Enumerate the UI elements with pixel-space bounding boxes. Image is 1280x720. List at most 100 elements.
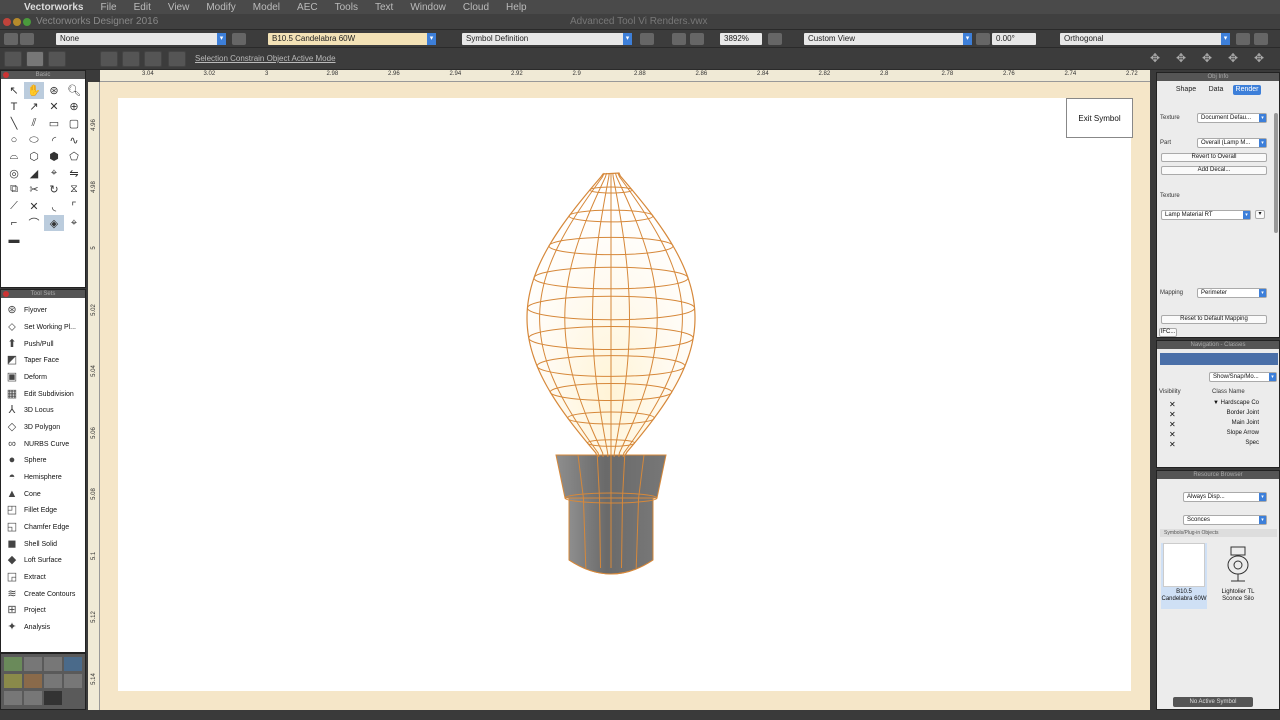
menu-aec[interactable]: AEC [297, 2, 318, 13]
menu-text[interactable]: Text [375, 2, 393, 13]
class-row[interactable]: ✕ Slope Arrow [1157, 429, 1267, 439]
tool-cone[interactable]: ▲ Cone [5, 486, 83, 502]
layers-icon[interactable] [4, 33, 18, 45]
eyedropper-tool-icon[interactable]: ⊕ [64, 99, 84, 116]
snap-edge-icon[interactable]: ✥ [1254, 51, 1272, 67]
snap-angle-icon[interactable]: ✥ [1176, 51, 1194, 67]
menu-tools[interactable]: Tools [335, 2, 358, 13]
toolset-landmark-icon[interactable] [4, 657, 22, 671]
visibility-x-icon[interactable]: ✕ [1169, 440, 1176, 449]
regular-polygon-tool-icon[interactable]: ⬠ [64, 148, 84, 165]
tool-analysis[interactable]: ✦ Analysis [5, 619, 83, 635]
show-snap-modify-select[interactable]: Show/Snap/Mo... ▾ [1209, 372, 1277, 382]
tool-taper-face[interactable]: ◩ Taper Face [5, 352, 83, 368]
callout-tool-icon[interactable]: ↗ [24, 99, 44, 116]
pan-tool-icon[interactable]: ✋ [24, 82, 44, 99]
resource-folder-select[interactable]: Sconces ▾ [1183, 515, 1267, 525]
view-select[interactable]: Custom View ▾ [804, 33, 972, 45]
offset-tool-icon[interactable]: ⌖ [44, 165, 64, 182]
tab-data[interactable]: Data [1205, 85, 1227, 95]
lamp-texture-select[interactable]: Lamp Material RT ▾ [1161, 210, 1251, 220]
close-icon[interactable] [3, 291, 9, 297]
standard-views-icon[interactable] [1254, 33, 1268, 45]
toolset-furniture-icon[interactable] [24, 674, 42, 688]
visibility-x-icon[interactable]: ✕ [1169, 410, 1176, 419]
selection-2d-tool-icon[interactable]: ⌐ [4, 215, 24, 232]
spiral-tool-icon[interactable]: ◎ [4, 165, 24, 182]
revert-to-overall-button[interactable]: Revert to Overall [1161, 153, 1267, 162]
tool-shell-solid[interactable]: ◼ Shell Solid [5, 536, 83, 552]
symbol-insertion-tool-icon[interactable]: ◈ [44, 214, 64, 232]
toolset-machine-design-icon[interactable] [24, 691, 42, 705]
rotate-mode-icon[interactable] [144, 51, 162, 67]
layer-icon[interactable] [232, 33, 246, 45]
symbol-tile[interactable]: Lightolier TL Sconce Silo [1215, 543, 1261, 609]
part-select[interactable]: Overall (Lamp M... ▾ [1197, 138, 1267, 148]
menu-window[interactable]: Window [410, 2, 446, 13]
rotate-tool-icon[interactable]: ↻ [44, 182, 64, 199]
locus-tool-icon[interactable]: ⌖ [64, 215, 84, 232]
close-window-button[interactable] [3, 18, 11, 26]
layer-select[interactable]: Symbol Definition ▾ [462, 33, 632, 45]
tool-sphere[interactable]: ● Sphere [5, 452, 83, 468]
polygon-tool-icon[interactable]: ⬡ [24, 148, 44, 165]
zoom-tool-icon[interactable]: 🔍︎ [64, 82, 84, 99]
projection-select[interactable]: Orthogonal ▾ [1060, 33, 1230, 45]
mapping-select[interactable]: Perimeter ▾ [1197, 288, 1267, 298]
perspective-icon[interactable] [1236, 33, 1250, 45]
double-line-tool-icon[interactable]: ⫽ [24, 115, 44, 132]
attribute-mapping-tool-icon[interactable]: ⧉ [4, 182, 24, 199]
freehand-tool-icon[interactable]: ∿ [64, 132, 84, 149]
menu-model[interactable]: Model [253, 2, 280, 13]
close-icon[interactable] [3, 72, 9, 78]
add-decal-button[interactable]: Add Decal... [1161, 166, 1267, 175]
tab-shape[interactable]: Shape [1173, 85, 1199, 95]
toolset-visualization-icon[interactable] [64, 674, 82, 688]
toolset-lighting-icon[interactable] [4, 674, 22, 688]
tool-hemisphere[interactable]: ◓ Hemisphere [5, 469, 83, 485]
rectangle-tool-icon[interactable]: ▭ [44, 115, 64, 132]
polyline-tool-icon[interactable]: ⌓ [4, 148, 24, 165]
resize-mode-icon[interactable] [100, 51, 118, 67]
tool-nurbs-curve[interactable]: ∞ NURBS Curve [5, 436, 83, 452]
menu-cloud[interactable]: Cloud [463, 2, 489, 13]
menu-view[interactable]: View [168, 2, 190, 13]
arc-tool-icon[interactable]: ◜ [44, 132, 64, 149]
class-row[interactable]: ✕ Border Joint [1157, 409, 1267, 419]
transform-mode-icon[interactable] [26, 51, 44, 67]
oval-tool-icon[interactable]: ⬭ [24, 132, 44, 149]
symbol-tile-selected[interactable]: B10.5 Candelabra 60W [1161, 543, 1207, 609]
snap-point-icon[interactable]: ✥ [1228, 51, 1246, 67]
drawing-canvas[interactable] [118, 98, 1131, 691]
angle-field[interactable]: 0.00° [992, 33, 1036, 45]
toolset-site-icon[interactable] [24, 657, 42, 671]
menu-app[interactable]: Vectorworks [24, 2, 83, 13]
class-icon[interactable] [20, 33, 34, 45]
rounded-rect-tool-icon[interactable]: ▢ [64, 115, 84, 132]
visibility-x-icon[interactable]: ✕ [1169, 400, 1176, 409]
circle-tool-icon[interactable]: ○ [4, 132, 24, 149]
toolset-dims-icon[interactable] [44, 657, 62, 671]
texture-edit-button[interactable]: ▾ [1255, 210, 1265, 219]
toolset-building-icon[interactable] [64, 657, 82, 671]
curve-tool-icon[interactable]: ⌒ [24, 215, 44, 232]
clip-tool-icon[interactable]: ✂ [24, 182, 44, 199]
line-tool-icon[interactable]: ╲ [4, 115, 24, 132]
text-tool-icon[interactable]: T [4, 99, 24, 116]
menu-file[interactable]: File [100, 2, 116, 13]
tool-chamfer-edge[interactable]: ◱ Chamfer Edge [5, 519, 83, 535]
double-polygon-tool-icon[interactable]: ⬢ [44, 148, 64, 165]
tool-flyover[interactable]: ⊛ Flyover [5, 302, 83, 318]
ifc-button[interactable]: IFC... [1159, 328, 1177, 337]
exit-symbol-button[interactable]: Exit Symbol [1066, 98, 1133, 138]
toolset-3d-modeling-icon[interactable] [4, 691, 22, 705]
minimize-window-button[interactable] [13, 18, 21, 26]
class-row[interactable]: ✕ ▼ Hardscape Co [1157, 399, 1267, 409]
tool-3d-polygon[interactable]: ◇ 3D Polygon [5, 419, 83, 435]
class-select[interactable]: None ▾ [56, 33, 226, 45]
zoom-field[interactable]: 3892% [720, 33, 762, 45]
toolset-detailing-icon[interactable] [44, 674, 62, 688]
view-options-icon[interactable] [768, 33, 782, 45]
tool-push-pull[interactable]: ⬆ Push/Pull [5, 336, 83, 352]
selection-tool-icon[interactable]: ↖ [4, 82, 24, 99]
